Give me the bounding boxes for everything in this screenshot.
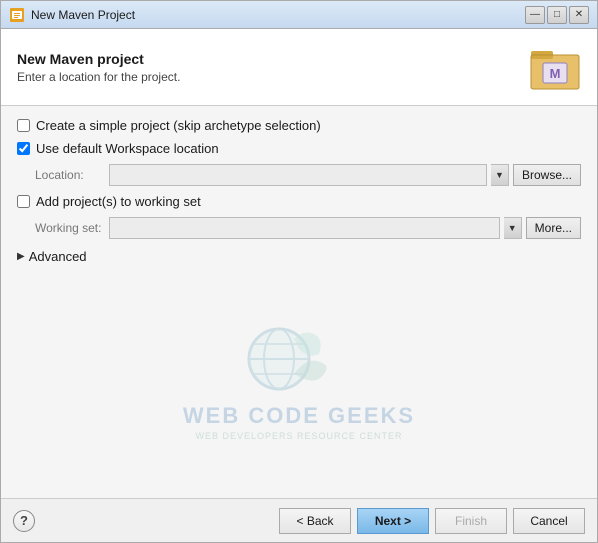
browse-button[interactable]: Browse... bbox=[513, 164, 581, 186]
location-label: Location: bbox=[35, 168, 103, 182]
use-default-workspace-checkbox[interactable] bbox=[17, 142, 30, 155]
simple-project-row: Create a simple project (skip archetype … bbox=[17, 118, 581, 133]
maven-icon: M bbox=[529, 41, 581, 93]
watermark-text-sub: WEB DEVELOPERS RESOURCE CENTER bbox=[195, 431, 402, 441]
maximize-button[interactable]: □ bbox=[547, 6, 567, 24]
working-set-input bbox=[109, 217, 500, 239]
add-working-set-checkbox[interactable] bbox=[17, 195, 30, 208]
add-working-set-row: Add project(s) to working set bbox=[17, 194, 581, 209]
close-button[interactable]: ✕ bbox=[569, 6, 589, 24]
back-button[interactable]: < Back bbox=[279, 508, 351, 534]
add-working-set-label[interactable]: Add project(s) to working set bbox=[36, 194, 201, 209]
header-section: New Maven project Enter a location for t… bbox=[1, 29, 597, 106]
simple-project-checkbox[interactable] bbox=[17, 119, 30, 132]
window-controls: — □ ✕ bbox=[525, 6, 589, 24]
advanced-label: Advanced bbox=[29, 249, 87, 264]
watermark-container: WEB CODE GEEKS WEB DEVELOPERS RESOURCE C… bbox=[183, 319, 415, 441]
bottom-bar: ? < Back Next > Finish Cancel bbox=[1, 498, 597, 542]
watermark-area: WEB CODE GEEKS WEB DEVELOPERS RESOURCE C… bbox=[17, 274, 581, 486]
header-text: New Maven project Enter a location for t… bbox=[17, 51, 180, 84]
minimize-button[interactable]: — bbox=[525, 6, 545, 24]
svg-text:M: M bbox=[550, 66, 561, 81]
advanced-row[interactable]: ▶ Advanced bbox=[17, 247, 581, 266]
working-set-input-group: ▼ More... bbox=[109, 217, 581, 239]
main-window: New Maven Project — □ ✕ New Maven projec… bbox=[0, 0, 598, 543]
page-title: New Maven project bbox=[17, 51, 180, 67]
advanced-expand-icon: ▶ bbox=[17, 251, 25, 262]
location-row: Location: ▼ Browse... bbox=[17, 164, 581, 186]
next-button[interactable]: Next > bbox=[357, 508, 429, 534]
window-title: New Maven Project bbox=[31, 8, 525, 22]
cancel-button[interactable]: Cancel bbox=[513, 508, 585, 534]
more-button[interactable]: More... bbox=[526, 217, 581, 239]
use-default-workspace-row: Use default Workspace location bbox=[17, 141, 581, 156]
working-set-row: Working set: ▼ More... bbox=[17, 217, 581, 239]
page-subtitle: Enter a location for the project. bbox=[17, 70, 180, 84]
use-default-workspace-label[interactable]: Use default Workspace location bbox=[36, 141, 219, 156]
working-set-dropdown-arrow[interactable]: ▼ bbox=[504, 217, 522, 239]
window-icon bbox=[9, 7, 25, 23]
title-bar: New Maven Project — □ ✕ bbox=[1, 1, 597, 29]
finish-button[interactable]: Finish bbox=[435, 508, 507, 534]
form-section: Create a simple project (skip archetype … bbox=[1, 106, 597, 498]
location-input-group: ▼ Browse... bbox=[109, 164, 581, 186]
working-set-label: Working set: bbox=[35, 221, 103, 235]
watermark-text-main: WEB CODE GEEKS bbox=[183, 403, 415, 429]
content-area: New Maven project Enter a location for t… bbox=[1, 29, 597, 542]
location-dropdown-arrow[interactable]: ▼ bbox=[491, 164, 509, 186]
watermark-logo bbox=[239, 319, 359, 399]
help-button[interactable]: ? bbox=[13, 510, 35, 532]
navigation-buttons: < Back Next > Finish Cancel bbox=[279, 508, 585, 534]
location-input bbox=[109, 164, 487, 186]
simple-project-label[interactable]: Create a simple project (skip archetype … bbox=[36, 118, 321, 133]
